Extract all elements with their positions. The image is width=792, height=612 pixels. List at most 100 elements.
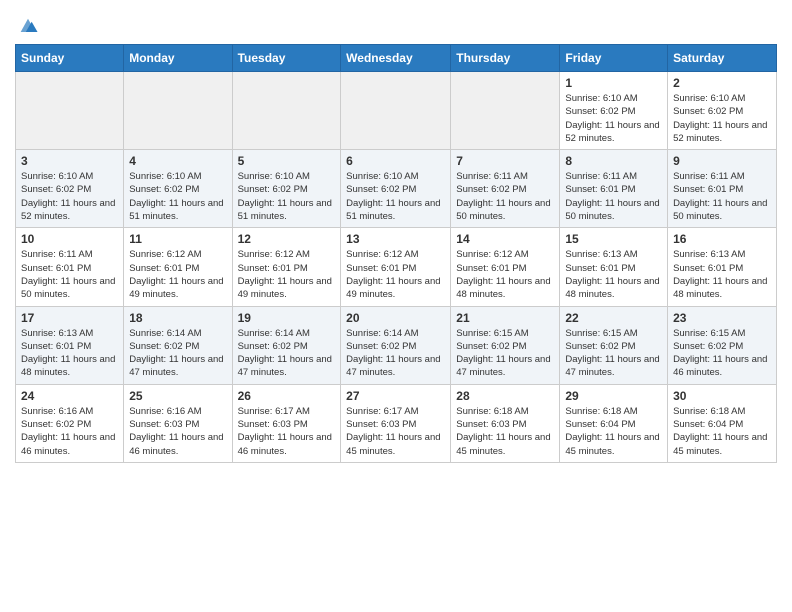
day-number: 28	[456, 389, 554, 403]
day-number: 26	[238, 389, 336, 403]
day-number: 11	[129, 232, 226, 246]
day-info: Sunrise: 6:16 AM Sunset: 6:02 PM Dayligh…	[21, 405, 118, 458]
day-info: Sunrise: 6:12 AM Sunset: 6:01 PM Dayligh…	[456, 248, 554, 301]
day-info: Sunrise: 6:12 AM Sunset: 6:01 PM Dayligh…	[346, 248, 445, 301]
day-number: 2	[673, 76, 771, 90]
weekday-header-thursday: Thursday	[451, 45, 560, 72]
weekday-header-friday: Friday	[560, 45, 668, 72]
day-number: 5	[238, 154, 336, 168]
day-number: 3	[21, 154, 118, 168]
day-cell-18: 18 Sunrise: 6:14 AM Sunset: 6:02 PM Dayli…	[124, 306, 232, 384]
day-number: 30	[673, 389, 771, 403]
day-info: Sunrise: 6:15 AM Sunset: 6:02 PM Dayligh…	[565, 327, 662, 380]
day-cell-14: 14 Sunrise: 6:12 AM Sunset: 6:01 PM Dayli…	[451, 228, 560, 306]
day-cell-27: 27 Sunrise: 6:17 AM Sunset: 6:03 PM Dayli…	[341, 384, 451, 462]
day-info: Sunrise: 6:18 AM Sunset: 6:04 PM Dayligh…	[565, 405, 662, 458]
day-cell-21: 21 Sunrise: 6:15 AM Sunset: 6:02 PM Dayli…	[451, 306, 560, 384]
day-cell-16: 16Sunrise: 6:13 AM Sunset: 6:01 PM Dayli…	[668, 228, 777, 306]
day-info: Sunrise: 6:10 AM Sunset: 6:02 PM Dayligh…	[673, 92, 771, 145]
day-cell-12: 12 Sunrise: 6:12 AM Sunset: 6:01 PM Dayli…	[232, 228, 341, 306]
day-number: 14	[456, 232, 554, 246]
day-info: Sunrise: 6:15 AM Sunset: 6:02 PM Dayligh…	[673, 327, 771, 380]
empty-cell	[124, 72, 232, 150]
day-number: 15	[565, 232, 662, 246]
weekday-header-tuesday: Tuesday	[232, 45, 341, 72]
day-cell-20: 20 Sunrise: 6:14 AM Sunset: 6:02 PM Dayli…	[341, 306, 451, 384]
day-number: 6	[346, 154, 445, 168]
day-number: 13	[346, 232, 445, 246]
day-number: 4	[129, 154, 226, 168]
weekday-header-monday: Monday	[124, 45, 232, 72]
day-cell-15: 15Sunrise: 6:13 AM Sunset: 6:01 PM Dayli…	[560, 228, 668, 306]
day-info: Sunrise: 6:16 AM Sunset: 6:03 PM Dayligh…	[129, 405, 226, 458]
day-cell-7: 7 Sunrise: 6:11 AM Sunset: 6:02 PM Daylig…	[451, 150, 560, 228]
day-info: Sunrise: 6:10 AM Sunset: 6:02 PM Dayligh…	[129, 170, 226, 223]
day-info: Sunrise: 6:13 AM Sunset: 6:01 PM Dayligh…	[21, 327, 118, 380]
day-info: Sunrise: 6:17 AM Sunset: 6:03 PM Dayligh…	[238, 405, 336, 458]
empty-cell	[232, 72, 341, 150]
day-info: Sunrise: 6:11 AM Sunset: 6:01 PM Dayligh…	[565, 170, 662, 223]
day-info: Sunrise: 6:15 AM Sunset: 6:02 PM Dayligh…	[456, 327, 554, 380]
day-cell-26: 26 Sunrise: 6:17 AM Sunset: 6:03 PM Dayli…	[232, 384, 341, 462]
day-number: 21	[456, 311, 554, 325]
weekday-header-row: SundayMondayTuesdayWednesdayThursdayFrid…	[16, 45, 777, 72]
day-info: Sunrise: 6:17 AM Sunset: 6:03 PM Dayligh…	[346, 405, 445, 458]
day-cell-5: 5 Sunrise: 6:10 AM Sunset: 6:02 PM Daylig…	[232, 150, 341, 228]
day-cell-8: 8 Sunrise: 6:11 AM Sunset: 6:01 PM Daylig…	[560, 150, 668, 228]
logo-text	[15, 16, 39, 36]
day-number: 20	[346, 311, 445, 325]
header	[15, 10, 777, 36]
week-row-4: 17 Sunrise: 6:13 AM Sunset: 6:01 PM Dayli…	[16, 306, 777, 384]
empty-cell	[341, 72, 451, 150]
day-number: 12	[238, 232, 336, 246]
day-info: Sunrise: 6:10 AM Sunset: 6:02 PM Dayligh…	[238, 170, 336, 223]
week-row-5: 24Sunrise: 6:16 AM Sunset: 6:02 PM Dayli…	[16, 384, 777, 462]
day-cell-2: 2 Sunrise: 6:10 AM Sunset: 6:02 PM Daylig…	[668, 72, 777, 150]
day-number: 25	[129, 389, 226, 403]
weekday-header-wednesday: Wednesday	[341, 45, 451, 72]
page: SundayMondayTuesdayWednesdayThursdayFrid…	[0, 0, 792, 478]
day-cell-25: 25 Sunrise: 6:16 AM Sunset: 6:03 PM Dayli…	[124, 384, 232, 462]
day-cell-9: 9Sunrise: 6:11 AM Sunset: 6:01 PM Daylig…	[668, 150, 777, 228]
logo	[15, 16, 39, 36]
day-info: Sunrise: 6:10 AM Sunset: 6:02 PM Dayligh…	[565, 92, 662, 145]
day-number: 17	[21, 311, 118, 325]
day-cell-4: 4 Sunrise: 6:10 AM Sunset: 6:02 PM Daylig…	[124, 150, 232, 228]
day-cell-10: 10Sunrise: 6:11 AM Sunset: 6:01 PM Dayli…	[16, 228, 124, 306]
week-row-1: 1 Sunrise: 6:10 AM Sunset: 6:02 PM Daylig…	[16, 72, 777, 150]
day-number: 19	[238, 311, 336, 325]
day-cell-1: 1 Sunrise: 6:10 AM Sunset: 6:02 PM Daylig…	[560, 72, 668, 150]
day-info: Sunrise: 6:12 AM Sunset: 6:01 PM Dayligh…	[238, 248, 336, 301]
day-number: 18	[129, 311, 226, 325]
day-info: Sunrise: 6:14 AM Sunset: 6:02 PM Dayligh…	[346, 327, 445, 380]
empty-cell	[451, 72, 560, 150]
day-info: Sunrise: 6:12 AM Sunset: 6:01 PM Dayligh…	[129, 248, 226, 301]
day-info: Sunrise: 6:13 AM Sunset: 6:01 PM Dayligh…	[673, 248, 771, 301]
day-cell-6: 6 Sunrise: 6:10 AM Sunset: 6:02 PM Daylig…	[341, 150, 451, 228]
day-cell-23: 23Sunrise: 6:15 AM Sunset: 6:02 PM Dayli…	[668, 306, 777, 384]
weekday-header-sunday: Sunday	[16, 45, 124, 72]
day-number: 29	[565, 389, 662, 403]
day-info: Sunrise: 6:11 AM Sunset: 6:01 PM Dayligh…	[21, 248, 118, 301]
day-cell-13: 13 Sunrise: 6:12 AM Sunset: 6:01 PM Dayli…	[341, 228, 451, 306]
day-cell-30: 30 Sunrise: 6:18 AM Sunset: 6:04 PM Dayli…	[668, 384, 777, 462]
day-number: 22	[565, 311, 662, 325]
day-cell-17: 17 Sunrise: 6:13 AM Sunset: 6:01 PM Dayli…	[16, 306, 124, 384]
day-info: Sunrise: 6:14 AM Sunset: 6:02 PM Dayligh…	[129, 327, 226, 380]
calendar: SundayMondayTuesdayWednesdayThursdayFrid…	[15, 44, 777, 463]
empty-cell	[16, 72, 124, 150]
day-info: Sunrise: 6:11 AM Sunset: 6:02 PM Dayligh…	[456, 170, 554, 223]
day-cell-19: 19 Sunrise: 6:14 AM Sunset: 6:02 PM Dayli…	[232, 306, 341, 384]
day-cell-3: 3Sunrise: 6:10 AM Sunset: 6:02 PM Daylig…	[16, 150, 124, 228]
day-info: Sunrise: 6:18 AM Sunset: 6:04 PM Dayligh…	[673, 405, 771, 458]
week-row-3: 10Sunrise: 6:11 AM Sunset: 6:01 PM Dayli…	[16, 228, 777, 306]
day-number: 8	[565, 154, 662, 168]
day-number: 1	[565, 76, 662, 90]
weekday-header-saturday: Saturday	[668, 45, 777, 72]
day-info: Sunrise: 6:10 AM Sunset: 6:02 PM Dayligh…	[346, 170, 445, 223]
day-cell-29: 29 Sunrise: 6:18 AM Sunset: 6:04 PM Dayli…	[560, 384, 668, 462]
day-cell-22: 22 Sunrise: 6:15 AM Sunset: 6:02 PM Dayli…	[560, 306, 668, 384]
day-number: 7	[456, 154, 554, 168]
day-info: Sunrise: 6:14 AM Sunset: 6:02 PM Dayligh…	[238, 327, 336, 380]
day-number: 27	[346, 389, 445, 403]
